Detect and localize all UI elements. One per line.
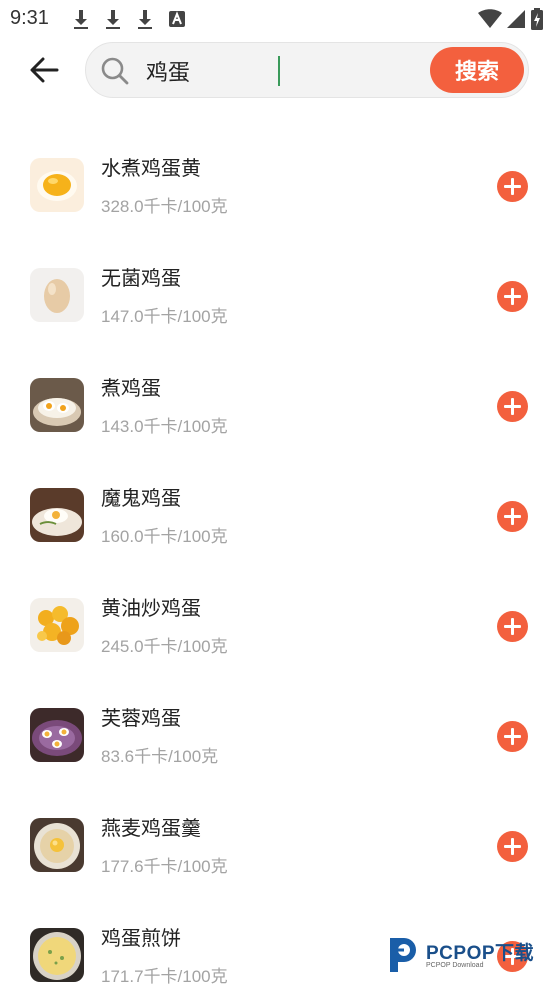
food-calories: 328.0千卡/100克 (101, 197, 228, 216)
download-icon (138, 10, 152, 29)
food-name: 魔鬼鸡蛋 (101, 486, 181, 510)
food-name: 煮鸡蛋 (101, 376, 161, 400)
add-food-button[interactable] (497, 391, 528, 422)
search-button[interactable]: 搜索 (430, 47, 524, 93)
watermark-brand: PCPOP下载 (426, 943, 535, 964)
add-food-button[interactable] (497, 831, 528, 862)
status-bar: 9:31 (0, 0, 554, 36)
add-food-button[interactable] (497, 501, 528, 532)
add-food-button[interactable] (497, 611, 528, 642)
download-icon (106, 10, 120, 29)
food-calories: 171.7千卡/100克 (101, 967, 228, 984)
list-item[interactable]: 无菌鸡蛋 147.0千卡/100克 (0, 240, 554, 350)
egg-yolk-thumb (30, 158, 84, 212)
food-calories: 143.0千卡/100克 (101, 417, 228, 436)
food-name: 无菌鸡蛋 (101, 266, 181, 290)
pcpop-logo-icon (390, 938, 416, 972)
system-icons (478, 8, 544, 30)
list-item[interactable]: 魔鬼鸡蛋 160.0千卡/100克 (0, 460, 554, 570)
add-food-button[interactable] (497, 721, 528, 752)
battery-icon (531, 8, 543, 30)
search-icon (101, 57, 129, 85)
search-input[interactable] (146, 55, 426, 87)
wifi-icon (478, 9, 502, 28)
food-calories: 177.6千卡/100克 (101, 857, 228, 876)
list-item[interactable]: 水煮鸡蛋黄 328.0千卡/100克 (0, 130, 554, 240)
arrow-left-icon (30, 57, 59, 83)
food-calories: 245.0千卡/100克 (101, 637, 228, 656)
list-item[interactable]: 煮鸡蛋 143.0千卡/100克 (0, 350, 554, 460)
egg-foo-young-thumb (30, 708, 84, 762)
back-button[interactable] (24, 52, 64, 88)
app-notification-icon (169, 11, 185, 27)
food-name: 芙蓉鸡蛋 (101, 706, 181, 730)
list-item[interactable]: 燕麦鸡蛋羹 177.6千卡/100克 (0, 790, 554, 900)
list-item[interactable]: 芙蓉鸡蛋 83.6千卡/100克 (0, 680, 554, 790)
add-food-button[interactable] (497, 281, 528, 312)
text-caret (278, 56, 280, 86)
egg-pancake-thumb (30, 928, 84, 982)
food-name: 黄油炒鸡蛋 (101, 596, 201, 620)
signal-icon (507, 10, 525, 28)
whole-egg-thumb (30, 268, 84, 322)
food-list: 水煮鸡蛋黄 328.0千卡/100克 无菌鸡蛋 147.0千卡/100克 煮鸡蛋… (0, 130, 554, 984)
notification-icons (70, 8, 188, 30)
food-name: 水煮鸡蛋黄 (101, 156, 201, 180)
food-calories: 147.0千卡/100克 (101, 307, 228, 326)
food-name: 鸡蛋煎饼 (101, 926, 181, 950)
food-calories: 83.6千卡/100克 (101, 747, 219, 766)
food-name: 燕麦鸡蛋羹 (101, 816, 201, 840)
oat-egg-custard-thumb (30, 818, 84, 872)
watermark: PCPOP下载 PCPOP Download (384, 934, 554, 976)
boiled-egg-thumb (30, 378, 84, 432)
download-icon (74, 10, 88, 29)
search-box[interactable]: 搜索 (85, 42, 529, 98)
watermark-subtitle: PCPOP Download (426, 962, 484, 969)
add-food-button[interactable] (497, 171, 528, 202)
deviled-egg-thumb (30, 488, 84, 542)
search-header: 搜索 (0, 40, 554, 100)
butter-egg-thumb (30, 598, 84, 652)
list-item[interactable]: 黄油炒鸡蛋 245.0千卡/100克 (0, 570, 554, 680)
food-calories: 160.0千卡/100克 (101, 527, 228, 546)
status-time: 9:31 (10, 7, 49, 29)
